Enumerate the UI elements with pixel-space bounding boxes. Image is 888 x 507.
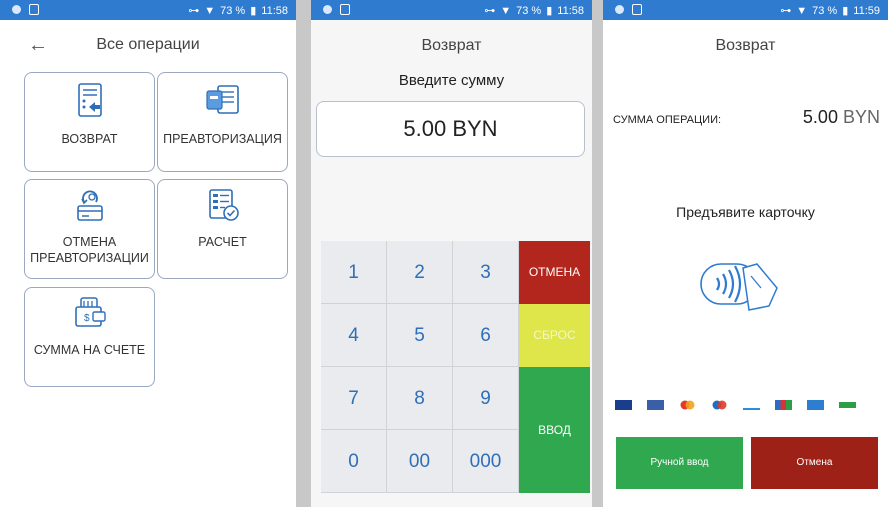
keypad-cancel-button[interactable]: ОТМЕНА [519,241,590,304]
key-2[interactable]: 2 [387,241,453,304]
notification-dot-icon [615,5,624,14]
present-card-screen: ⊶ ▼ 73 % ▮ 11:59 Возврат СУММА ОПЕРАЦИИ:… [603,0,888,507]
key-0[interactable]: 0 [321,430,387,493]
payment-logos [615,400,856,410]
tile-label: ВОЗВРАТ [61,132,118,146]
tile-refund[interactable]: ВОЗВРАТ [24,72,155,172]
key-9[interactable]: 9 [453,367,519,430]
clock: 11:59 [853,4,880,17]
key-4[interactable]: 4 [321,304,387,367]
tile-label-line2: ПРЕАВТОРИЗАЦИИ [30,251,149,265]
account-balance-icon: $ [74,297,106,327]
key-icon: ⊶ [780,5,792,17]
key-5[interactable]: 5 [387,304,453,367]
tile-label: ПРЕАВТОРИЗАЦИЯ [163,132,282,146]
page-title: Все операции [96,36,200,53]
app-notification-icon [340,4,350,15]
status-bar: ⊶ ▼ 73 % ▮ 11:59 [603,0,888,20]
key-000[interactable]: 000 [453,430,519,493]
cancel-button[interactable]: Отмена [751,437,878,489]
key-8[interactable]: 8 [387,367,453,430]
clock: 11:58 [261,4,288,17]
tile-label: СУММА НА СЧЕТЕ [33,343,146,357]
refund-amount-screen: ⊶ ▼ 73 % ▮ 11:58 Возврат Введите сумму 5… [311,0,592,507]
key-1[interactable]: 1 [321,241,387,304]
keypad-enter-button[interactable]: ВВОД [519,367,590,493]
visa-electron-icon [647,400,664,410]
amex-icon [807,400,824,410]
screen-divider [592,0,603,507]
jcb-icon [775,400,792,410]
maestro-icon [712,400,727,410]
battery-level: 73 % [812,4,838,17]
battery-level: 73 % [516,4,542,17]
cancel-preauth-icon [76,190,103,221]
operation-sum-label: СУММА ОПЕРАЦИИ: [613,114,722,126]
status-bar: ⊶ ▼ 73 % ▮ 11:58 [311,0,592,20]
status-bar: ⊶ ▼ 73 % ▮ 11:58 [0,0,296,20]
present-card-prompt: Предъявите карточку [676,204,815,220]
key-icon: ⊶ [484,5,496,17]
page-title: Возврат [421,37,482,54]
svg-text:$: $ [84,313,90,324]
belkart-icon [743,400,760,410]
app-notification-icon [29,4,39,15]
wifi-icon: ▼ [500,4,512,17]
notification-dot-icon [12,5,21,14]
contactless-payment-icon [700,263,778,311]
refund-document-icon [77,83,102,117]
tile-preauthorization[interactable]: ПРЕАВТОРИЗАЦИЯ [157,72,288,172]
mir-icon [839,402,856,408]
battery-icon: ▮ [842,5,849,17]
battery-icon: ▮ [250,5,257,17]
battery-level: 73 % [220,4,246,17]
notification-dot-icon [323,5,332,14]
app-notification-icon [632,4,642,15]
tile-cancel-preauthorization[interactable]: ОТМЕНА ПРЕАВТОРИЗАЦИИ [24,179,155,279]
tile-settlement[interactable]: РАСЧЕТ [157,179,288,279]
wifi-icon: ▼ [204,4,216,17]
amount-prompt: Введите сумму [398,72,505,89]
key-00[interactable]: 00 [387,430,453,493]
operations-screen: ⊶ ▼ 73 % ▮ 11:58 ← Все операции ВОЗВРАТ [0,0,296,507]
screen-divider [296,0,311,507]
sum-currency: BYN [842,107,880,127]
preauth-card-icon [205,85,239,114]
key-3[interactable]: 3 [453,241,519,304]
mastercard-icon [680,400,695,410]
settlement-checklist-icon [208,189,239,221]
operation-sum-value: 5.00 BYN [803,107,880,128]
battery-icon: ▮ [546,5,553,17]
key-icon: ⊶ [188,5,200,17]
keypad-reset-button[interactable]: СБРОС [519,304,590,367]
sum-amount: 5.00 [802,107,838,127]
manual-entry-button[interactable]: Ручной ввод [616,437,743,489]
visa-icon [615,400,632,410]
key-7[interactable]: 7 [321,367,387,430]
tile-label-line1: ОТМЕНА [62,235,117,249]
clock: 11:58 [557,4,584,17]
wifi-icon: ▼ [796,4,808,17]
page-title: Возврат [715,37,776,54]
key-6[interactable]: 6 [453,304,519,367]
amount-field[interactable]: 5.00 BYN [316,101,585,157]
tile-label: РАСЧЕТ [198,235,247,249]
tile-account-balance[interactable]: $ СУММА НА СЧЕТЕ [24,287,155,387]
